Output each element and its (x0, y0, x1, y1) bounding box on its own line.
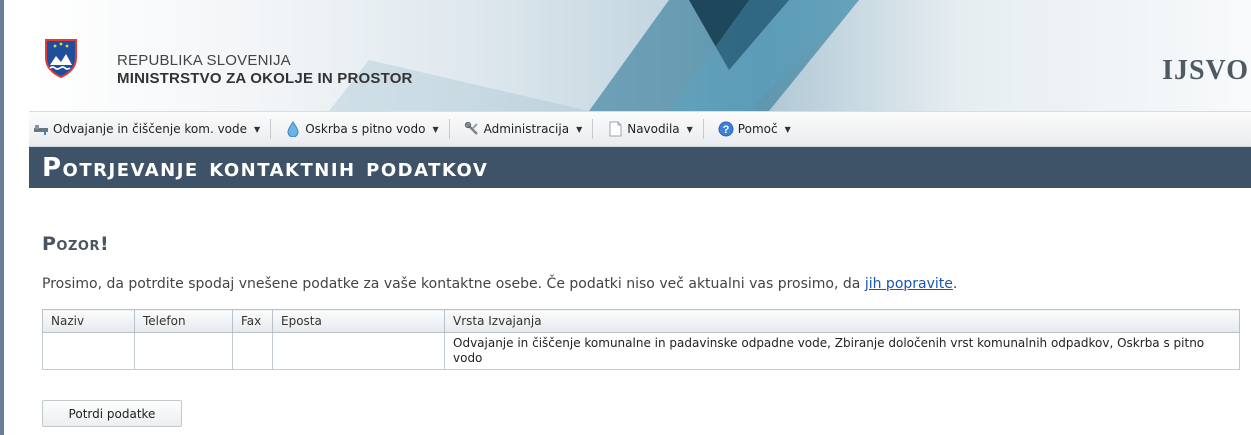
message-text: Prosimo, da potrdite spodaj vnešene poda… (42, 276, 865, 292)
column-header-eposta[interactable]: Eposta (272, 309, 445, 333)
content-area: Pozor! Prosimo, da potrdite spodaj vneše… (29, 0, 1251, 435)
edit-link[interactable]: jih popravite (865, 276, 953, 292)
warning-heading: Pozor! (42, 233, 110, 255)
column-header-fax[interactable]: Fax (232, 309, 273, 333)
cell-vrsta-izvajanja: Odvajanje in čiščenje komunalne in padav… (444, 332, 1240, 370)
cell-eposta (272, 332, 445, 370)
confirm-data-button[interactable]: Potrdi podatke (42, 400, 182, 427)
table-header-row: Naziv Telefon Fax Eposta Vrsta Izvajanja (42, 309, 1240, 333)
column-header-vrsta-izvajanja[interactable]: Vrsta Izvajanja (444, 309, 1240, 333)
confirmation-message: Prosimo, da potrdite spodaj vnešene poda… (42, 276, 957, 292)
column-header-telefon[interactable]: Telefon (134, 309, 233, 333)
cell-naziv (42, 332, 135, 370)
message-end: . (952, 276, 958, 292)
cell-telefon (134, 332, 233, 370)
cell-fax (232, 332, 273, 370)
left-border (0, 0, 4, 435)
column-header-naziv[interactable]: Naziv (42, 309, 135, 333)
contacts-table: Naziv Telefon Fax Eposta Vrsta Izvajanja… (42, 309, 1240, 370)
table-row: Odvajanje in čiščenje komunalne in padav… (42, 332, 1240, 370)
